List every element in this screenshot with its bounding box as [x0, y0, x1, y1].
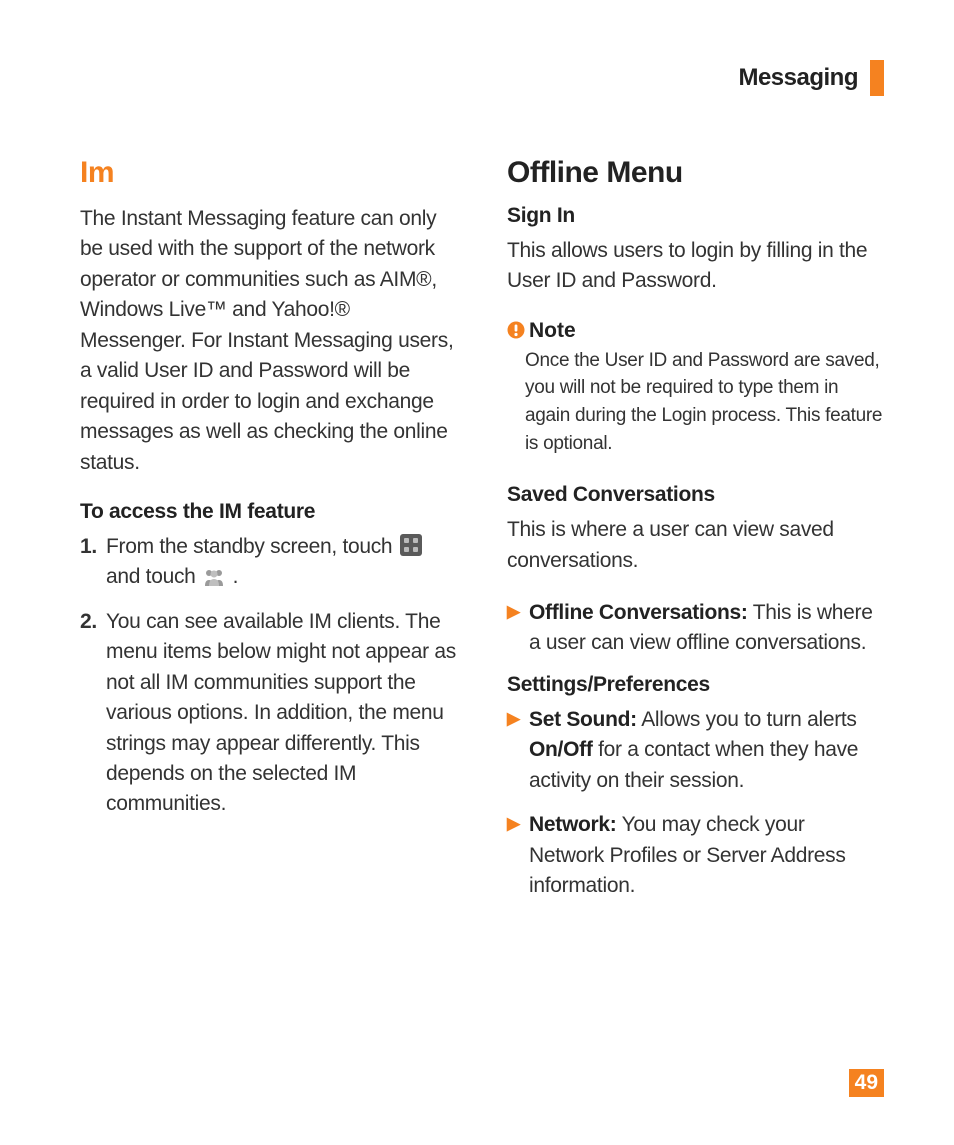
step-number: 1.	[80, 532, 106, 593]
bullet-text: Set Sound: Allows you to turn alerts On/…	[529, 705, 884, 796]
contacts-icon	[203, 568, 225, 586]
alert-icon	[507, 321, 525, 339]
offline-menu-heading: Offline Menu	[507, 156, 884, 190]
step-2: 2. You can see available IM clients. The…	[80, 607, 457, 820]
saved-text: This is where a user can view saved conv…	[507, 515, 884, 576]
arrow-icon: ▶	[507, 598, 529, 659]
network-bullet: ▶ Network: You may check your Network Pr…	[507, 810, 884, 901]
step-text-post: .	[233, 565, 239, 588]
saved-section: Saved Conversations This is where a user…	[507, 483, 884, 576]
section-title: Messaging	[738, 64, 858, 92]
bullet-label: Network:	[529, 813, 616, 836]
sign-in-heading: Sign In	[507, 204, 884, 228]
bullet-label: Set Sound:	[529, 708, 637, 731]
step-number: 2.	[80, 607, 106, 820]
right-column: Offline Menu Sign In This allows users t…	[507, 156, 884, 915]
apps-icon	[400, 534, 422, 556]
bullet-text: Network: You may check your Network Prof…	[529, 810, 884, 901]
page: Messaging Im The Instant Messaging featu…	[0, 0, 954, 1145]
set-sound-bullet: ▶ Set Sound: Allows you to turn alerts O…	[507, 705, 884, 796]
settings-heading: Settings/Preferences	[507, 673, 884, 697]
im-heading: Im	[80, 156, 457, 190]
step-1: 1. From the standby screen, touch and to…	[80, 532, 457, 593]
access-heading: To access the IM feature	[80, 500, 457, 524]
content-columns: Im The Instant Messaging feature can onl…	[80, 156, 884, 915]
im-intro: The Instant Messaging feature can only b…	[80, 204, 457, 478]
bullet-bold: On/Off	[529, 738, 593, 761]
offline-conversations-bullet: ▶ Offline Conversations: This is where a…	[507, 598, 884, 659]
note-header: Note	[507, 319, 884, 343]
sign-in-section: Sign In This allows users to login by fi…	[507, 204, 884, 297]
accent-bar	[870, 60, 884, 96]
arrow-icon: ▶	[507, 705, 529, 796]
bullet-label: Offline Conversations:	[529, 601, 748, 624]
note-body: Once the User ID and Password are saved,…	[525, 347, 884, 457]
left-column: Im The Instant Messaging feature can onl…	[80, 156, 457, 915]
step-text-pre: From the standby screen, touch	[106, 535, 398, 558]
saved-heading: Saved Conversations	[507, 483, 884, 507]
step-text-mid: and touch	[106, 565, 201, 588]
step-text: You can see available IM clients. The me…	[106, 607, 457, 820]
page-header: Messaging	[80, 60, 884, 96]
sign-in-text: This allows users to login by filling in…	[507, 236, 884, 297]
bullet-pre: Allows you to turn alerts	[637, 708, 857, 731]
step-text: From the standby screen, touch and touch	[106, 532, 457, 593]
arrow-icon: ▶	[507, 810, 529, 901]
bullet-text: Offline Conversations: This is where a u…	[529, 598, 884, 659]
note-label: Note	[529, 319, 576, 343]
page-number: 49	[849, 1069, 884, 1097]
